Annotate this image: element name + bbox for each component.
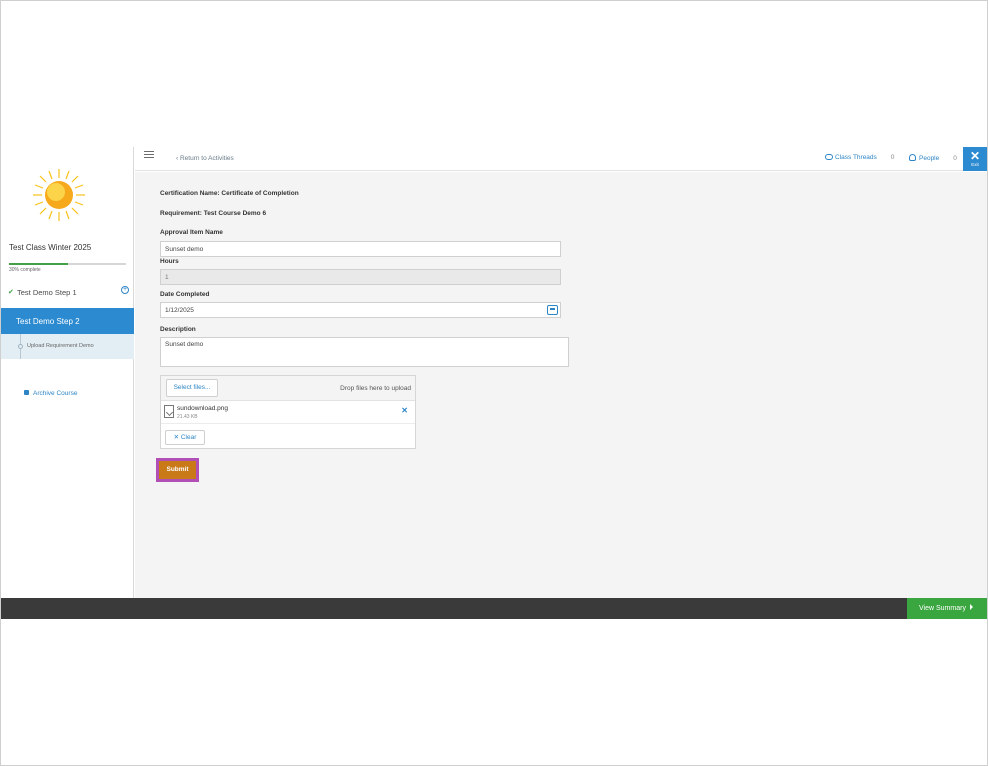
requirement-name: Requirement: Test Course Demo 6 — [160, 210, 267, 217]
step-2-label: Test Demo Step 2 — [16, 317, 80, 326]
substep-label: Upload Requirement Demo — [27, 343, 94, 349]
description-textarea[interactable]: Sunset demo — [160, 337, 569, 367]
clear-button[interactable]: ✕ Clear — [165, 430, 205, 445]
file-upload-widget: Select files... Drop files here to uploa… — [160, 375, 416, 449]
progress-bar — [9, 263, 126, 265]
submit-highlight: Submit — [156, 458, 199, 482]
play-arrow-icon — [969, 604, 973, 610]
step-1-label: Test Demo Step 1 — [17, 288, 77, 297]
uploaded-file-row: sundownload.png 21.43 KB ✕ — [161, 402, 415, 424]
expand-plus-icon[interactable]: + — [121, 286, 129, 294]
people-count: 0 — [953, 155, 957, 162]
select-files-button[interactable]: Select files... — [166, 379, 218, 397]
calendar-icon[interactable] — [547, 305, 558, 315]
progress-fill — [9, 263, 68, 265]
description-label: Description — [160, 326, 196, 333]
progress-text: 30% complete — [9, 267, 41, 273]
sun-logo — [33, 169, 85, 221]
main-content: Certification Name: Certificate of Compl… — [135, 172, 987, 598]
approval-item-input[interactable]: Sunset demo — [160, 241, 561, 257]
file-size: 21.43 KB — [177, 414, 198, 420]
close-icon: ✕ — [969, 149, 981, 163]
drop-files-text: Drop files here to upload — [340, 385, 411, 392]
hours-label: Hours — [160, 258, 179, 265]
class-title: Test Class Winter 2025 — [9, 243, 92, 252]
view-summary-label: View Summary — [919, 605, 966, 612]
clear-x-icon: ✕ — [173, 434, 181, 441]
image-file-icon — [164, 405, 174, 418]
view-summary-button[interactable]: View Summary — [907, 598, 987, 619]
date-completed-value: 1/12/2025 — [165, 307, 194, 314]
hours-input: 1 — [160, 269, 561, 285]
bottom-bar: View Summary — [1, 598, 987, 619]
file-name: sundownload.png — [177, 405, 228, 412]
clear-label: Clear — [180, 434, 197, 441]
people-link[interactable]: People 0 — [909, 154, 957, 162]
people-label: People — [919, 155, 940, 162]
date-completed-input[interactable]: 1/12/2025 — [160, 302, 561, 318]
approval-item-label: Approval Item Name — [160, 229, 223, 236]
submit-button[interactable]: Submit — [159, 461, 196, 479]
return-to-activities-link[interactable]: ‹ Return to Activities — [176, 155, 234, 162]
certification-name: Certification Name: Certificate of Compl… — [160, 190, 299, 197]
archive-label: Archive Course — [33, 390, 78, 397]
sidebar-step-2[interactable]: Test Demo Step 2 — [1, 308, 134, 334]
top-bar: ‹ Return to Activities Class Threads 0 Pe… — [135, 147, 987, 171]
chat-bubble-icon — [825, 154, 833, 160]
menu-icon[interactable] — [144, 151, 154, 159]
person-icon — [909, 154, 916, 161]
exit-button[interactable]: ✕ Exit — [963, 147, 987, 171]
sidebar-step-1[interactable]: ✔ Test Demo Step 1 + — [1, 285, 134, 303]
course-player: Test Class Winter 2025 30% complete ✔ Te… — [1, 147, 987, 619]
substep-dot-icon — [18, 344, 23, 349]
checkmark-icon: ✔ — [8, 289, 14, 296]
sidebar-substep-upload[interactable]: Upload Requirement Demo — [1, 334, 134, 359]
upload-dropzone[interactable]: Select files... Drop files here to uploa… — [161, 376, 415, 401]
date-completed-label: Date Completed — [160, 291, 210, 298]
lock-icon — [24, 390, 29, 395]
exit-label: Exit — [971, 162, 979, 167]
archive-course-link[interactable]: Archive Course — [24, 390, 77, 397]
sidebar: Test Class Winter 2025 30% complete ✔ Te… — [1, 147, 134, 598]
remove-file-icon[interactable]: ✕ — [401, 406, 408, 415]
class-threads-count: 0 — [890, 154, 895, 161]
class-threads-label: Class Threads — [835, 154, 877, 161]
class-threads-link[interactable]: Class Threads 0 — [825, 154, 894, 161]
